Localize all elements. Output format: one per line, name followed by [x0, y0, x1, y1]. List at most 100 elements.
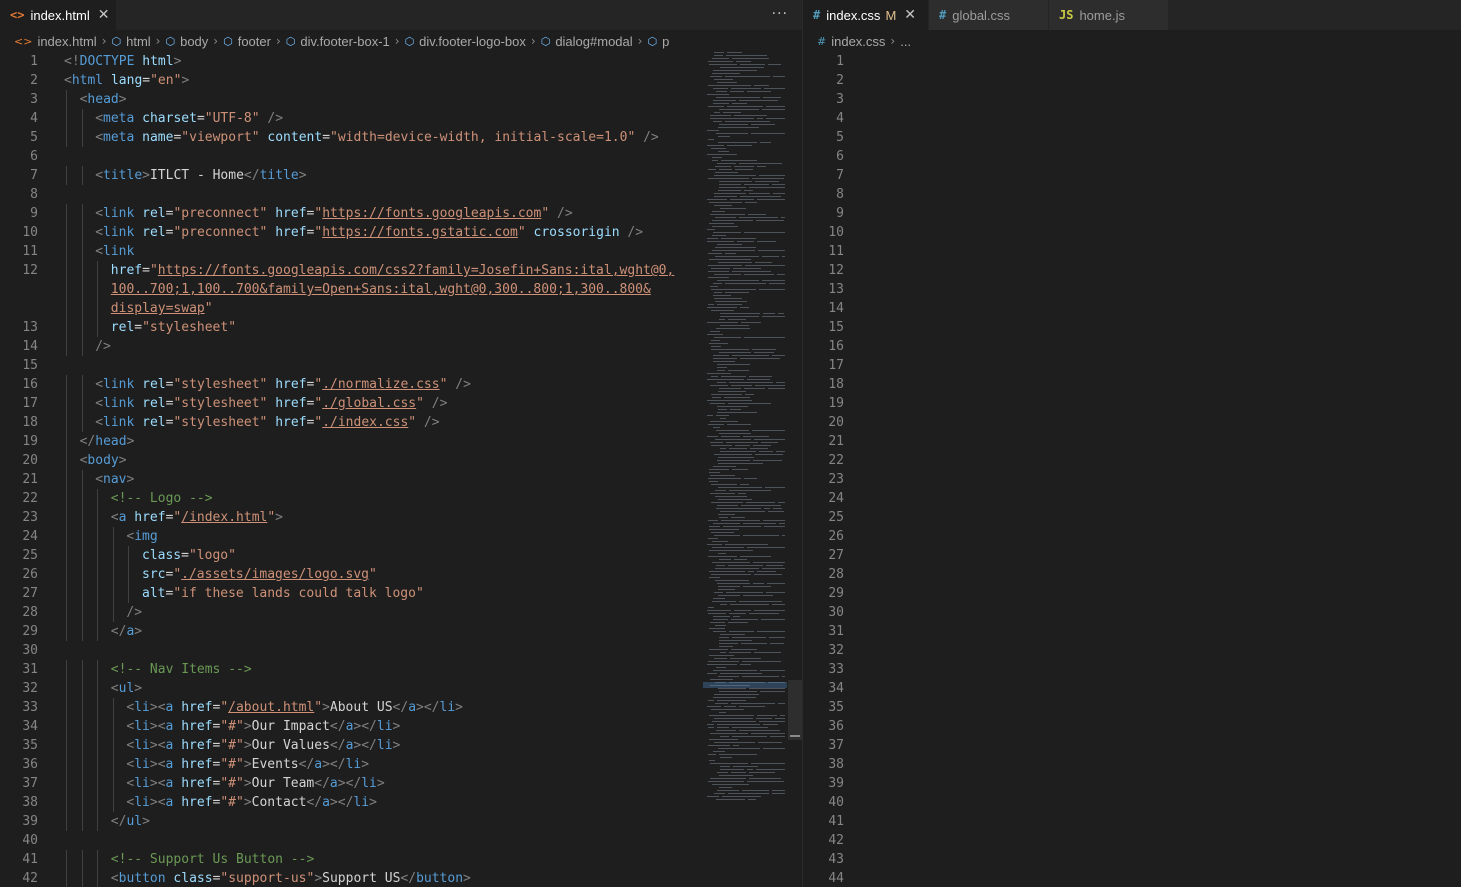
code-text: display=swap"	[111, 299, 213, 318]
indent-guide	[81, 527, 83, 546]
tab-index-css[interactable]: # index.css M ✕	[803, 0, 929, 30]
indent-guide	[81, 603, 83, 622]
code-line: 41	[803, 812, 1461, 831]
token: href	[181, 795, 213, 810]
minimap-line	[714, 55, 723, 56]
indent-guide	[112, 546, 114, 565]
minimap-line	[729, 613, 746, 614]
breadcrumb-body[interactable]: ⬡ body	[165, 34, 208, 49]
minimap-line	[725, 283, 766, 284]
more-actions-icon[interactable]: ···	[772, 6, 788, 22]
token: >	[361, 757, 370, 772]
minimap-line	[714, 175, 756, 176]
token: a	[165, 776, 182, 791]
code-line: 32 <ul>	[0, 679, 802, 698]
breadcrumb-p[interactable]: ⬡ p	[647, 34, 669, 49]
close-icon[interactable]: ✕	[904, 7, 916, 23]
code-text: <a href="/index.html">	[111, 508, 283, 527]
breadcrumb-dialog-modal[interactable]: ⬡ dialog#modal	[541, 34, 633, 49]
token: "	[314, 206, 323, 221]
close-icon[interactable]: ✕	[98, 7, 110, 23]
element-icon: ⬡	[223, 34, 233, 48]
breadcrumb-div-footer-box-1[interactable]: ⬡ div.footer-box-1	[286, 34, 390, 49]
token: title	[259, 168, 299, 183]
minimap-line	[712, 211, 725, 212]
minimap-line	[737, 241, 754, 242]
minimap-line	[714, 535, 740, 536]
line-number: 17	[22, 396, 38, 411]
token: </	[400, 871, 417, 886]
minimap-line	[713, 697, 756, 698]
element-icon: ⬡	[540, 34, 551, 48]
minimap[interactable]	[703, 52, 787, 802]
breadcrumb-html[interactable]: ⬡ html	[112, 34, 151, 49]
minimap-line	[760, 142, 771, 143]
minimap-line	[739, 163, 782, 164]
code-line: 27 alt="if these lands could talk logo"	[0, 584, 802, 603]
code-line: 10 <link rel="preconnect" href="https://f…	[0, 223, 802, 242]
breadcrumb-label: index.html	[37, 33, 97, 49]
token: >	[181, 73, 190, 88]
line-number: 4	[836, 111, 844, 126]
code-line: 9url(./assets/images/21c3f8173490574273f…	[803, 204, 1461, 223]
minimap-line	[708, 613, 726, 614]
left-vertical-scrollbar[interactable]	[788, 52, 802, 887]
code-line: 4background-image: linear-gradient(	[803, 109, 1461, 128]
token: </	[79, 434, 96, 449]
minimap-line	[707, 238, 718, 239]
line-number: 3	[836, 92, 844, 107]
indent-guide	[66, 166, 67, 185]
token: ><	[149, 700, 166, 715]
minimap-line	[714, 193, 746, 194]
line-number: 38	[828, 757, 844, 772]
breadcrumb-index-css[interactable]: # index.css	[817, 34, 885, 49]
minimap-line	[708, 556, 737, 557]
tab-index-html[interactable]: <> index.html ✕	[0, 0, 117, 30]
breadcrumb-index-html[interactable]: <> index.html	[14, 34, 97, 49]
indent-guide	[81, 280, 83, 299]
code-line: 23 <a href="/index.html">	[0, 508, 802, 527]
code-line: 6	[0, 147, 802, 166]
minimap-line	[757, 715, 777, 716]
code-line: 38 <li><a href="#">Contact</a></li>	[0, 793, 802, 812]
token: "	[314, 225, 323, 240]
minimap-line	[713, 100, 736, 101]
minimap-line	[720, 448, 726, 449]
minimap-line	[717, 412, 757, 413]
minimap-line	[710, 493, 735, 494]
css-code-editor[interactable]: 1.section-one {2display: flex;3flex-dire…	[803, 52, 1461, 887]
left-breadcrumb: <> index.html › ⬡ html › ⬡ body › ⬡ footer › ⬡ div.fo…	[0, 30, 802, 52]
line-number: 9	[30, 206, 38, 221]
tab-home-js[interactable]: JS home.js	[1049, 0, 1169, 30]
minimap-line	[720, 766, 730, 767]
token: <!-- Support Us Button -->	[110, 852, 315, 867]
token: >	[243, 738, 252, 753]
scrollbar-thumb[interactable]	[788, 680, 802, 740]
minimap-line	[718, 127, 759, 128]
code-line: 19}	[803, 394, 1461, 413]
code-line: 34 <li><a href="#">Our Impact</a></li>	[0, 717, 802, 736]
minimap-line	[720, 757, 732, 758]
indent-guide	[97, 527, 99, 546]
line-number: 14	[22, 339, 38, 354]
line-number: 20	[828, 415, 844, 430]
code-text: <link rel="stylesheet" href="./index.css…	[95, 413, 439, 432]
breadcrumb-footer[interactable]: ⬡ footer	[223, 34, 271, 49]
html-code-editor[interactable]: 1 <!DOCTYPE html> 2 <html lang="en"> 3 <head>…	[0, 52, 802, 887]
minimap-slider[interactable]	[703, 682, 787, 688]
indent-guide	[81, 717, 83, 736]
minimap-line	[729, 631, 754, 632]
tab-global-css[interactable]: # global.css	[929, 0, 1049, 30]
code-line: 26	[803, 527, 1461, 546]
minimap-line	[731, 517, 745, 518]
breadcrumb--[interactable]: ...	[900, 34, 911, 49]
token: ></	[416, 700, 440, 715]
indent-guide	[97, 679, 99, 698]
minimap-line	[709, 655, 734, 656]
breadcrumb-div-footer-logo-box[interactable]: ⬡ div.footer-logo-box	[405, 34, 526, 49]
minimap-line	[768, 64, 781, 65]
minimap-line	[707, 373, 731, 374]
code-text: src="./assets/images/logo.svg"	[142, 565, 377, 584]
minimap-line	[755, 454, 783, 455]
minimap-line	[753, 583, 764, 584]
